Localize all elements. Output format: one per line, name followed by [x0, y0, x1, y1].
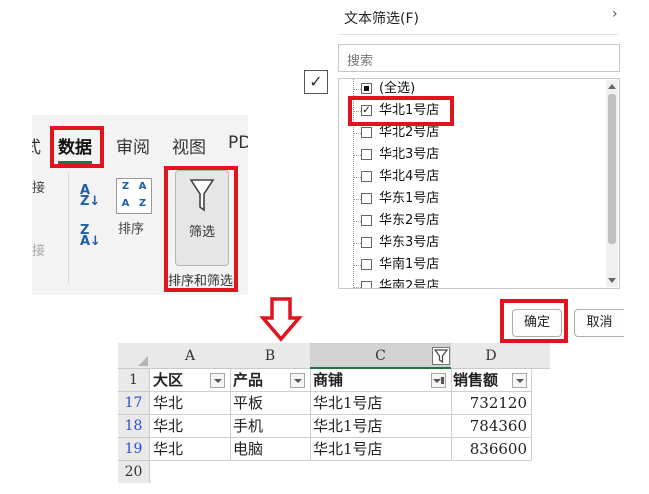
tab-view[interactable]: 视图 [172, 133, 206, 158]
highlight-filter-button [164, 166, 238, 292]
list-scrollbar[interactable] [606, 80, 618, 287]
outer-check-icon: ✓ [304, 70, 328, 94]
row-header[interactable]: 19 [118, 438, 150, 461]
connections-label[interactable]: 接 [32, 177, 45, 196]
header-cell-sales[interactable]: 销售额 [451, 369, 532, 392]
header-cell-region[interactable]: 大区 [150, 369, 231, 392]
table-cell[interactable]: 836600 [451, 438, 532, 461]
checkbox[interactable] [361, 281, 372, 288]
down-arrow-icon [259, 297, 303, 342]
header-label: 销售额 [453, 371, 499, 389]
checkbox[interactable] [361, 193, 372, 204]
scroll-up-icon[interactable] [608, 84, 616, 89]
list-item-label: 华南1号店 [379, 257, 440, 272]
text-filter-menu-item[interactable]: 文本筛选(F) [344, 8, 419, 28]
group-divider [68, 173, 69, 283]
row-header[interactable]: 18 [118, 415, 150, 438]
list-item-label: 华东2号店 [379, 213, 440, 228]
select-all-corner[interactable] [118, 343, 151, 369]
list-item-label: 华北4号店 [379, 169, 440, 184]
filter-dropdown-button[interactable] [512, 373, 527, 388]
filter-dropdown-button[interactable] [290, 373, 305, 388]
list-item-label: 华东1号店 [379, 191, 440, 206]
checkbox[interactable] [361, 171, 372, 182]
scroll-thumb[interactable] [608, 94, 616, 244]
row-header[interactable]: 17 [118, 392, 150, 415]
menu-divider [338, 34, 618, 35]
column-filter-icon [432, 347, 450, 365]
table-cell[interactable]: 平板 [230, 392, 311, 415]
checkbox[interactable] [361, 127, 372, 138]
table-cell[interactable]: 电脑 [230, 438, 311, 461]
sort-descending-icon: Z A↓ [80, 223, 101, 249]
highlight-data-tab [50, 126, 104, 168]
column-header-c[interactable]: C [310, 343, 452, 369]
table-cell[interactable]: 华北1号店 [310, 438, 452, 461]
highlight-checked-item [348, 96, 454, 126]
table-cell[interactable]: 732120 [451, 392, 532, 415]
table-cell[interactable]: 华北 [150, 415, 231, 438]
table-cell[interactable]: 华北1号店 [310, 392, 452, 415]
tab-review[interactable]: 审阅 [116, 133, 150, 158]
search-placeholder: 搜索 [347, 54, 374, 69]
table-cell[interactable]: 华北 [150, 438, 231, 461]
table-cell[interactable]: 784360 [451, 415, 532, 438]
column-header-d[interactable]: D [451, 343, 532, 369]
column-header-e-partial [531, 343, 550, 369]
sort-button-label[interactable]: 排序 [118, 218, 144, 237]
header-cell-product[interactable]: 产品 [230, 369, 311, 392]
column-header-a[interactable]: A [150, 343, 231, 369]
scroll-down-icon[interactable] [608, 278, 616, 283]
column-c-label: C [375, 348, 386, 364]
checkbox-partial[interactable] [361, 83, 372, 94]
list-item-label: 华东3号店 [379, 235, 440, 250]
list-item-label: 华南2号店 [379, 279, 440, 289]
checkbox[interactable] [361, 259, 372, 270]
sort-dialog-icon[interactable]: ZAAZ [116, 178, 152, 214]
table-cell[interactable]: 手机 [230, 415, 311, 438]
row-header[interactable]: 20 [118, 461, 150, 483]
spreadsheet-grid: A B C D 1 大区 产品 商铺 销售额 17 华北 平板 华北1号店 73… [118, 343, 550, 483]
list-item-label: 华北3号店 [379, 147, 440, 162]
header-label: 商铺 [313, 371, 344, 389]
column-header-b[interactable]: B [230, 343, 311, 369]
header-cell-store[interactable]: 商铺 [310, 369, 452, 392]
sort-ascending-button[interactable]: A Z↓ [80, 183, 101, 209]
checkbox[interactable] [361, 215, 372, 226]
header-label: 产品 [233, 371, 264, 389]
highlight-ok-button [500, 299, 568, 343]
edit-links-label: 接 [32, 244, 46, 259]
submenu-arrow-icon: › [612, 6, 618, 22]
table-cell[interactable]: 华北 [150, 392, 231, 415]
tab-pdf[interactable]: PD [228, 133, 248, 153]
cancel-button[interactable]: 取消 [574, 309, 624, 337]
tab-formulas-partial[interactable]: 式 [32, 133, 41, 158]
checkbox[interactable] [361, 237, 372, 248]
list-item-label: 华北2号店 [379, 125, 440, 140]
filter-dropdown-button[interactable] [210, 373, 225, 388]
sort-descending-button[interactable]: Z A↓ [80, 223, 101, 249]
filter-search-input[interactable]: 搜索 [338, 44, 620, 72]
table-cell[interactable]: 华北1号店 [310, 415, 452, 438]
header-label: 大区 [153, 371, 184, 389]
active-filter-button[interactable] [431, 373, 446, 388]
sort-ascending-icon: A Z↓ [80, 183, 101, 209]
row-header[interactable]: 1 [118, 369, 150, 392]
checkbox[interactable] [361, 149, 372, 160]
